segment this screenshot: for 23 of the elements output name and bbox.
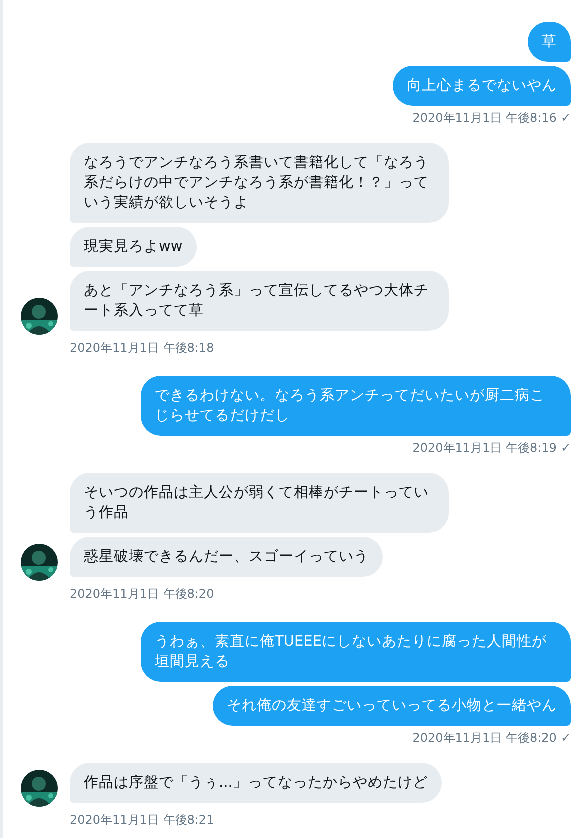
message-bubble: あと「アンチなろう系」って宣伝してるやつ大体チート系入ってて草 [70,271,449,331]
timestamp: 2020年11月1日 午後8:18 [70,341,214,355]
avatar [21,298,58,335]
message-bubble: うわぁ、素直に俺TUEEEにしないあたりに腐った人間性が垣間見える [141,622,571,682]
message-bubble: なろうでアンチなろう系書いて書籍化して「なろう系だらけの中でアンチなろう系が書籍化！？」っていう実績が欲しいそうよ [70,143,449,223]
timestamp: 2020年11月1日 午後8:16 [412,110,557,126]
message-bubble: 作品は序盤で「うぅ...」ってなったからやめたけど [70,763,442,803]
timestamp: 2020年11月1日 午後8:20 [70,587,214,601]
message-bubble: そいつの作品は主人公が弱くて相棒がチートっていう作品 [70,473,449,533]
message-bubble: 向上心まるでないやん [393,66,571,106]
message-bubble: 現実見ろよww [70,227,197,267]
read-receipt-icon: ✓ [560,730,571,746]
avatar [21,770,58,807]
message-bubble: 惑星破壊できるんだー、スゴーイっていう [70,537,383,577]
timestamp: 2020年11月1日 午後8:19 [412,440,557,456]
timestamp: 2020年11月1日 午後8:20 [412,730,557,746]
message-bubble: 草 [528,22,571,62]
message-bubble: それ俺の友達すごいっていってる小物と一緒やん [213,686,571,726]
read-receipt-icon: ✓ [560,440,571,456]
message-bubble: できるわけない。なろう系アンチってだいたいが厨二病こじらせてるだけだし [141,376,571,436]
read-receipt-icon: ✓ [560,110,571,126]
avatar [21,544,58,581]
timestamp: 2020年11月1日 午後8:21 [70,813,214,827]
